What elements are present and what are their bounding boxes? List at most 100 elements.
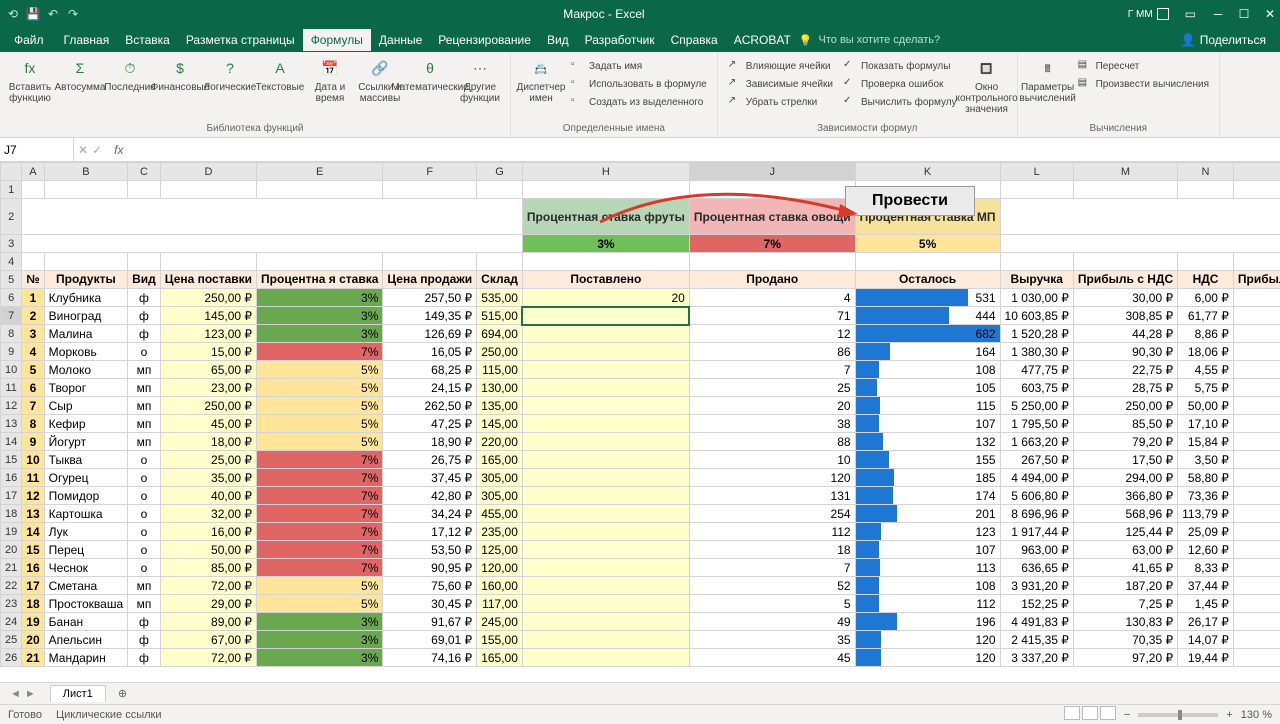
user-avatar[interactable] [1157, 8, 1169, 20]
maximize-icon[interactable]: ☐ [1238, 7, 1250, 21]
supplied-cell[interactable] [522, 397, 689, 415]
supplied-cell[interactable] [522, 541, 689, 559]
enter-fx-icon[interactable]: ✓ [92, 143, 102, 157]
supplied-cell[interactable] [522, 613, 689, 631]
supplied-cell[interactable] [522, 379, 689, 397]
ribbon-btn[interactable]: $Финансовые [156, 56, 204, 95]
col-header[interactable]: E [257, 163, 383, 181]
ribbon-btn[interactable]: ?Логические [206, 56, 254, 95]
ribbon-btn[interactable]: fxВставить функцию [6, 56, 54, 106]
ribbon-btn[interactable]: θМатематические [406, 56, 454, 95]
ribbon-btn[interactable]: 🔗Ссылки и массивы [356, 56, 404, 106]
rate-value-mp[interactable]: 5% [855, 235, 1000, 253]
tab-view[interactable]: Вид [539, 29, 577, 51]
supplied-cell[interactable] [522, 469, 689, 487]
col-header[interactable]: N [1178, 163, 1234, 181]
calc-options-button[interactable]: 🖩Параметры вычислений [1024, 56, 1072, 106]
add-sheet-button[interactable]: ⊕ [110, 685, 135, 702]
ribbon-options-icon[interactable]: ▭ [1185, 7, 1196, 21]
watch-window-button[interactable]: 🔲Окно контрольного значения [963, 56, 1011, 117]
tell-me[interactable]: 💡Что вы хотите сделать? [799, 34, 940, 47]
supplied-cell[interactable] [522, 361, 689, 379]
ribbon-item[interactable]: ↗Влияющие ячейки [724, 58, 837, 74]
col-header[interactable]: D [160, 163, 256, 181]
tab-help[interactable]: Справка [663, 29, 726, 51]
supplied-cell[interactable] [522, 577, 689, 595]
ribbon-btn[interactable]: AТекстовые [256, 56, 304, 95]
ribbon-item[interactable]: ▫Задать имя [567, 58, 711, 74]
calculator-icon: 🖩 [1035, 58, 1061, 80]
ribbon-item[interactable]: ↗Убрать стрелки [724, 94, 837, 110]
ribbon-item[interactable]: ✓Показать формулы [839, 58, 961, 74]
supplied-cell[interactable] [522, 487, 689, 505]
rate-value-fruit[interactable]: 3% [522, 235, 689, 253]
tab-acrobat[interactable]: ACROBAT [726, 29, 799, 51]
zoom-slider[interactable] [1138, 713, 1218, 717]
supplied-cell[interactable] [522, 595, 689, 613]
col-header[interactable]: A [22, 163, 44, 181]
ribbon-btn[interactable]: 📅Дата и время [306, 56, 354, 106]
close-icon[interactable]: ✕ [1264, 7, 1276, 21]
ribbon-item[interactable]: ▤Пересчет [1074, 58, 1213, 74]
tab-developer[interactable]: Разработчик [577, 29, 663, 51]
col-header[interactable]: O [1233, 163, 1280, 181]
ribbon-item[interactable]: ▫Использовать в формуле [567, 76, 711, 92]
ribbon-btn[interactable]: ⋯Другие функции [456, 56, 504, 106]
undo-icon[interactable]: ↶ [46, 7, 60, 21]
ribbon-btn[interactable]: ⏱Последние [106, 56, 154, 95]
redo-icon[interactable]: ↷ [66, 7, 80, 21]
tab-layout[interactable]: Разметка страницы [178, 29, 303, 51]
save-icon[interactable]: 💾 [26, 7, 40, 21]
ribbon-btn[interactable]: ΣАвтосумма [56, 56, 104, 95]
tab-insert[interactable]: Вставка [117, 29, 178, 51]
supplied-cell[interactable] [522, 649, 689, 667]
tab-next-icon[interactable]: ► [25, 688, 36, 700]
col-header[interactable]: H [522, 163, 689, 181]
zoom-out-icon[interactable]: − [1124, 709, 1130, 721]
run-macro-button[interactable]: Провести [845, 186, 975, 216]
share-icon: 👤 [1181, 33, 1196, 47]
cancel-fx-icon[interactable]: ✕ [78, 143, 88, 157]
view-buttons[interactable] [1062, 706, 1116, 723]
tab-formulas[interactable]: Формулы [303, 29, 371, 51]
zoom-in-icon[interactable]: + [1226, 709, 1232, 721]
tab-home[interactable]: Главная [56, 29, 118, 51]
share-button[interactable]: 👤Поделиться [1173, 33, 1274, 47]
name-box[interactable]: J7 [0, 138, 74, 161]
ribbon-item[interactable]: ▫Создать из выделенного [567, 94, 711, 110]
supplied-cell[interactable] [522, 433, 689, 451]
col-header[interactable]: G [477, 163, 523, 181]
col-header[interactable]: B [44, 163, 127, 181]
autosave-icon[interactable]: ⟲ [6, 7, 20, 21]
tab-prev-icon[interactable]: ◄ [10, 688, 21, 700]
document-title: Макрос - Excel [80, 7, 1128, 21]
ribbon-item[interactable]: ✓Проверка ошибок [839, 76, 961, 92]
col-header[interactable]: M [1073, 163, 1177, 181]
rate-value-veg[interactable]: 7% [689, 235, 855, 253]
spreadsheet-grid[interactable]: Провести ABCDEFGHJKLMNOPQR12 Процентная … [0, 162, 1280, 682]
supplied-cell[interactable] [522, 559, 689, 577]
col-header[interactable]: C [128, 163, 161, 181]
supplied-cell[interactable] [522, 451, 689, 469]
col-header[interactable]: J [689, 163, 855, 181]
tab-data[interactable]: Данные [371, 29, 430, 51]
supplied-cell[interactable]: 20 [522, 289, 689, 307]
supplied-cell[interactable] [522, 631, 689, 649]
supplied-cell[interactable] [522, 505, 689, 523]
tab-review[interactable]: Рецензирование [430, 29, 539, 51]
ribbon-item[interactable]: ▤Произвести вычисления [1074, 76, 1213, 92]
supplied-cell[interactable] [522, 343, 689, 361]
col-header[interactable]: L [1000, 163, 1073, 181]
ribbon-item[interactable]: ↗Зависимые ячейки [724, 76, 837, 92]
supplied-cell[interactable] [522, 325, 689, 343]
supplied-cell[interactable] [522, 307, 689, 325]
col-header[interactable]: F [383, 163, 477, 181]
tab-file[interactable]: Файл [6, 29, 56, 51]
minimize-icon[interactable]: ─ [1212, 7, 1224, 21]
col-header[interactable]: K [855, 163, 1000, 181]
supplied-cell[interactable] [522, 415, 689, 433]
sheet-tab-1[interactable]: Лист1 [50, 685, 106, 702]
name-manager-button[interactable]: 📇Диспетчер имен [517, 56, 565, 106]
supplied-cell[interactable] [522, 523, 689, 541]
ribbon-item[interactable]: ✓Вычислить формулу [839, 94, 961, 110]
